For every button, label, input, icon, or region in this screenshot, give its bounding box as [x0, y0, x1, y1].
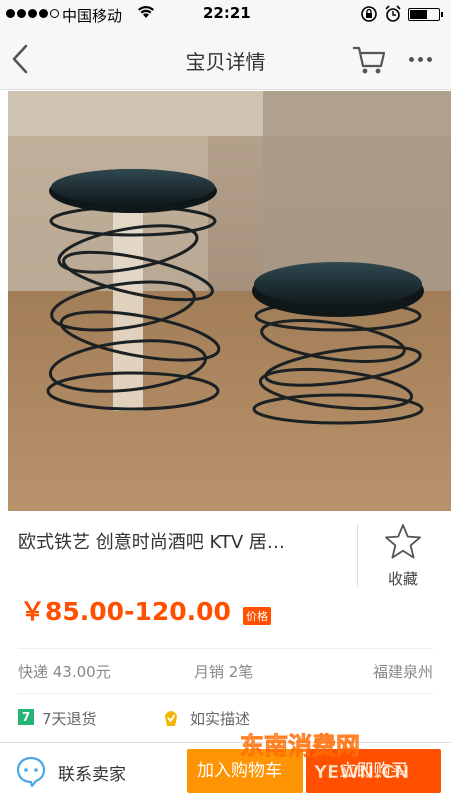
- product-image[interactable]: [8, 91, 451, 511]
- shipping-fee: 快递 43.00元: [18, 663, 111, 681]
- favorite-label: 收藏: [387, 570, 418, 588]
- divider: [357, 524, 358, 586]
- contact-seller-label: 联系卖家: [58, 764, 126, 785]
- service-guarantee-row[interactable]: 7 7天退货 如实描述: [18, 694, 433, 740]
- clock: 22:21: [203, 4, 251, 22]
- seller-location: 福建泉州: [372, 663, 433, 681]
- return-policy-icon: 7: [18, 709, 34, 725]
- favorite-button[interactable]: 收藏: [370, 522, 436, 592]
- honest-description-icon: [161, 708, 181, 732]
- price-tag-badge: 价格: [243, 607, 271, 625]
- more-button[interactable]: [404, 44, 436, 74]
- product-price: ￥85.00-120.00: [20, 597, 231, 626]
- bottom-action-bar: 联系卖家 加入购物车 立即购买: [0, 742, 451, 800]
- shipping-info-row: 快递 43.00元 月销 2笔 福建泉州: [18, 648, 433, 694]
- chat-bubble-icon: [16, 756, 46, 788]
- cart-icon: [353, 46, 386, 74]
- product-summary: 欧式铁艺 创意时尚酒吧 KTV 居… 收藏 ￥85.00-120.00: [0, 512, 451, 648]
- more-icon: [408, 56, 414, 62]
- battery-icon: [408, 8, 443, 21]
- return-policy-label: 7天退货: [42, 710, 97, 728]
- signal-strength-icon: [6, 9, 59, 18]
- honest-description-label: 如实描述: [190, 710, 251, 728]
- star-icon: [385, 524, 421, 559]
- buy-now-button[interactable]: 立即购买: [306, 749, 441, 793]
- monthly-sales: 月销 2笔: [194, 663, 254, 681]
- nav-bar: 宝贝详情: [0, 28, 451, 90]
- product-title[interactable]: 欧式铁艺 创意时尚酒吧 KTV 居…: [18, 528, 353, 554]
- rotation-lock-icon: [360, 5, 378, 27]
- add-to-cart-button[interactable]: 加入购物车: [187, 749, 303, 793]
- status-bar: 中国移动 22:21: [0, 0, 451, 28]
- wifi-icon: [137, 5, 155, 23]
- contact-seller-button[interactable]: 联系卖家: [14, 755, 126, 789]
- alarm-icon: [385, 5, 401, 27]
- carrier-name: 中国移动: [62, 7, 123, 25]
- cart-button[interactable]: [350, 40, 388, 78]
